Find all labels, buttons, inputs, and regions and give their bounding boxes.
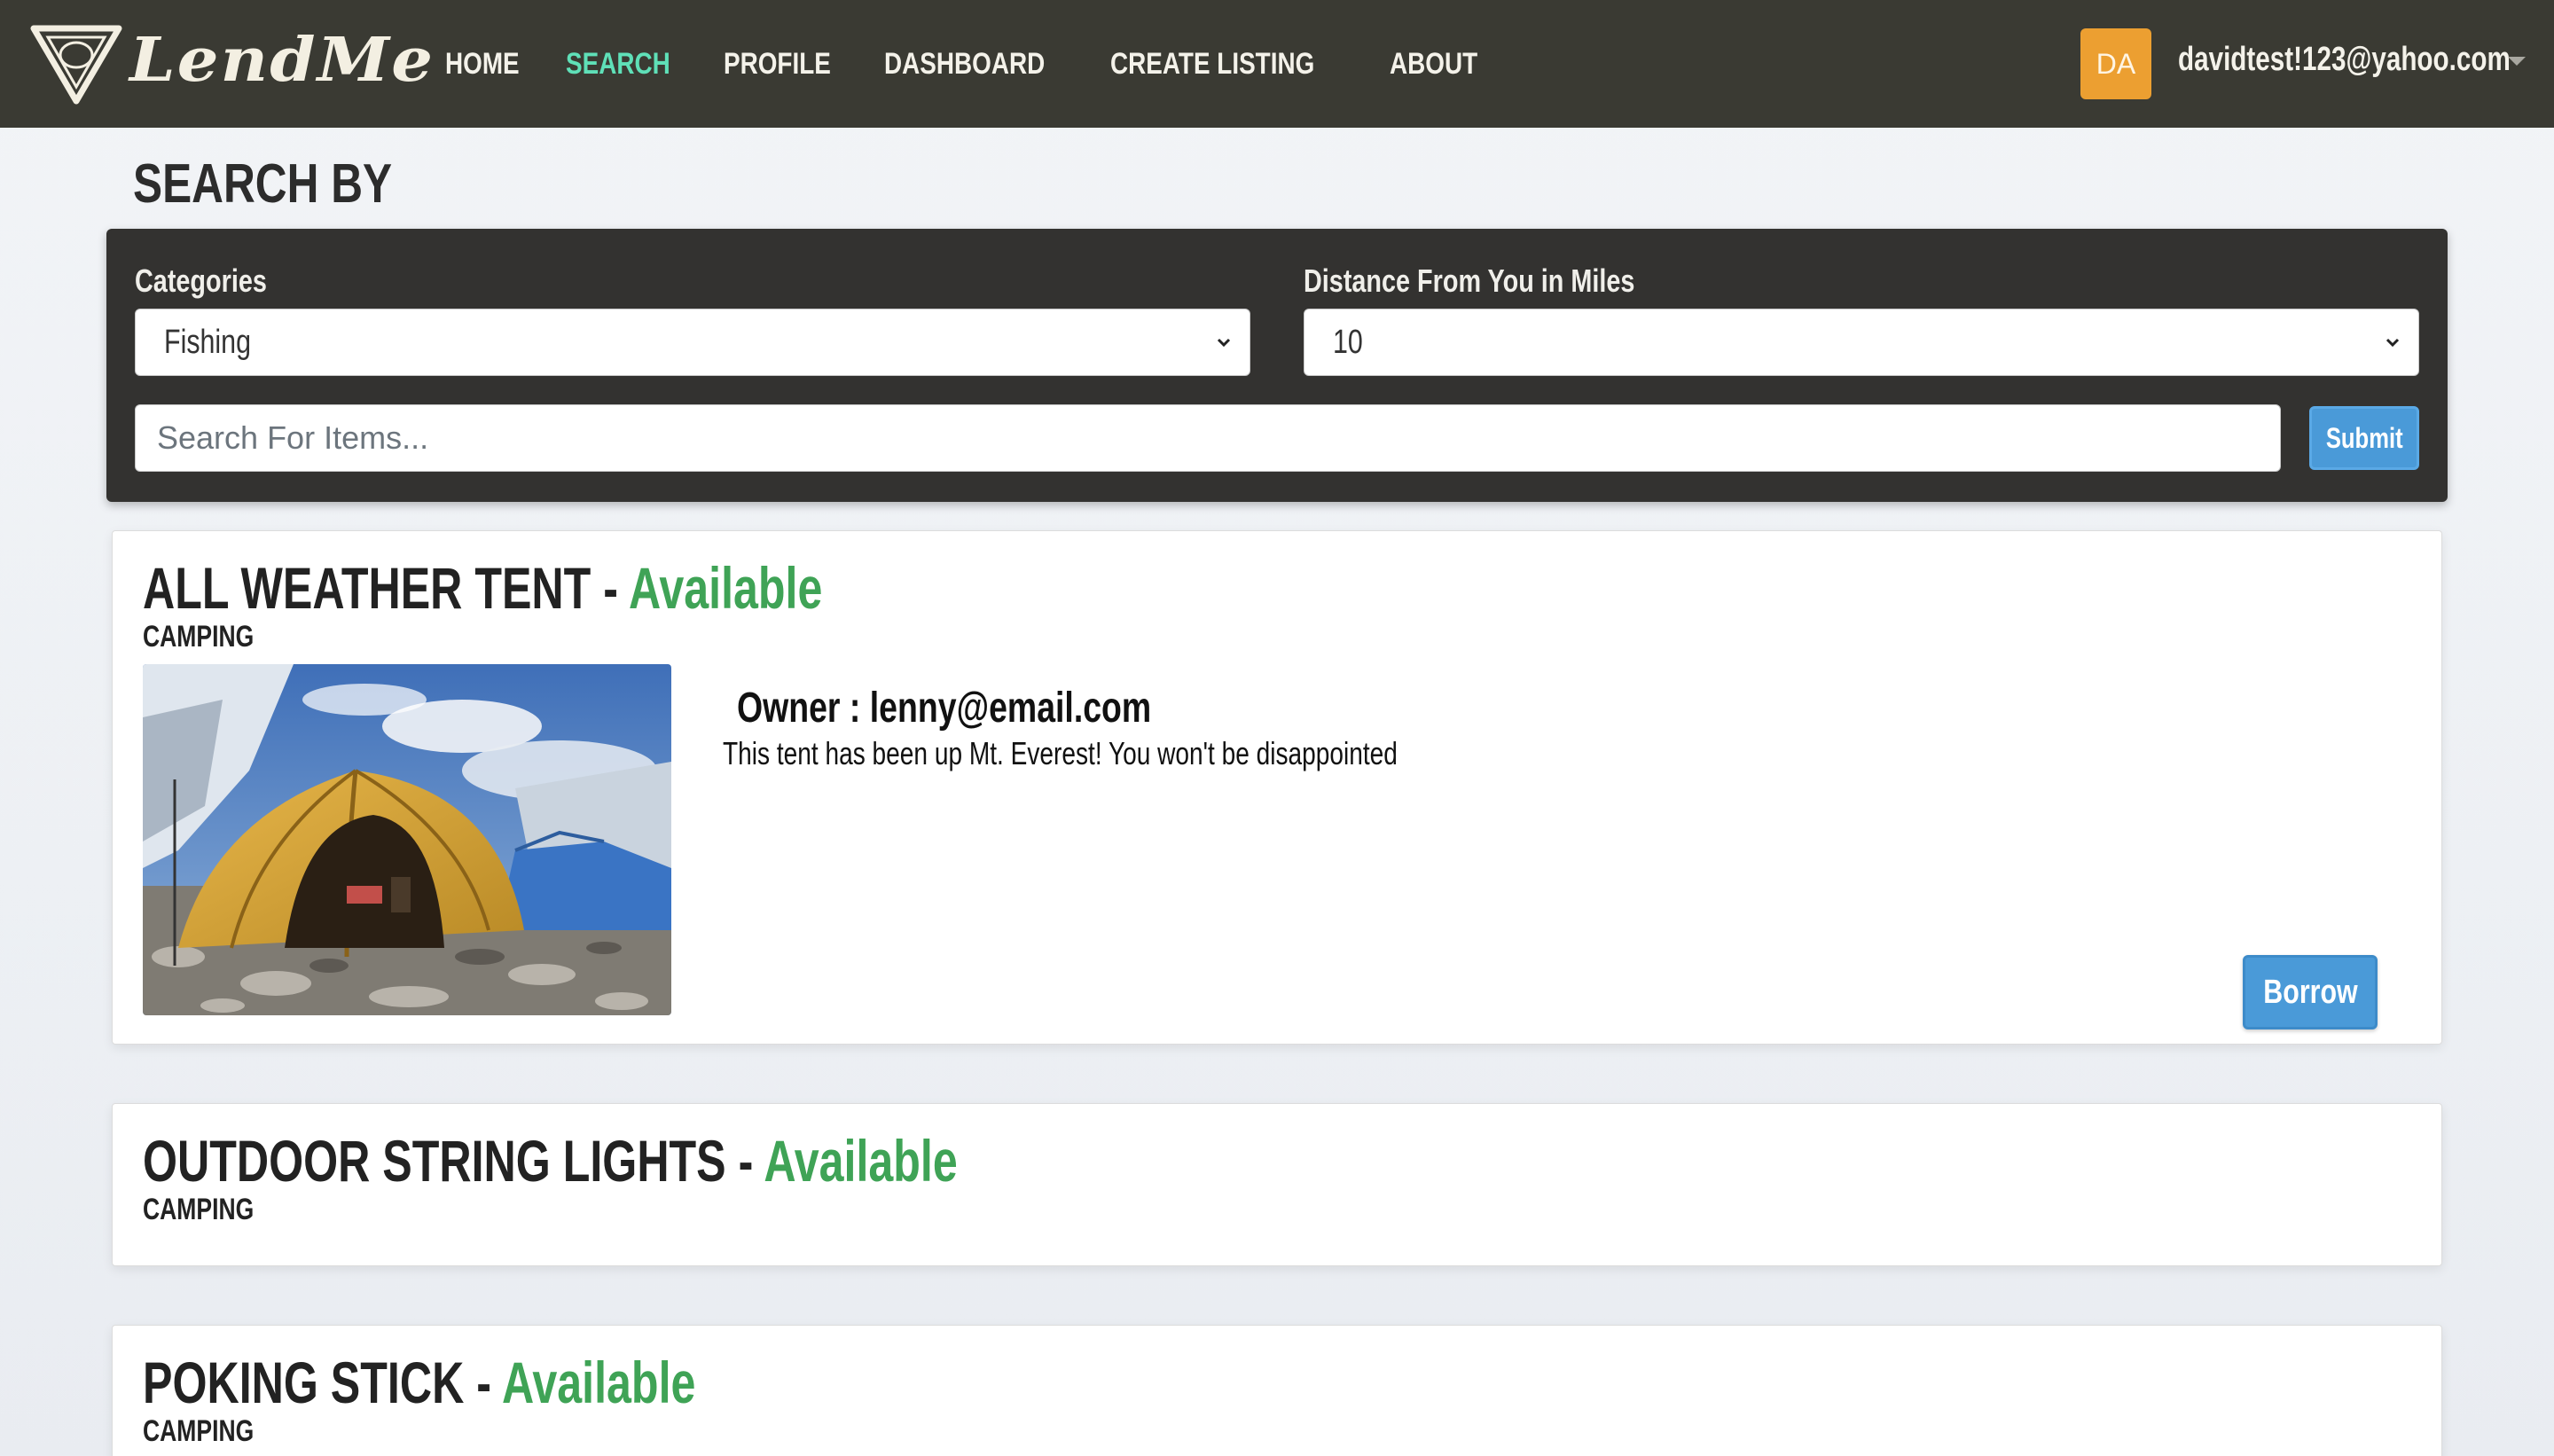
title-separator: - (464, 1350, 503, 1415)
distance-value: 10 (1333, 324, 1363, 361)
status-badge: Available (502, 1350, 696, 1415)
submit-button[interactable]: Submit (2309, 406, 2419, 470)
listing-category: CAMPING (143, 620, 255, 654)
listing-name: ALL WEATHER TENT (143, 555, 591, 621)
lendme-logo-icon[interactable] (30, 23, 122, 105)
owner-email[interactable]: lenny@email.com (870, 685, 1151, 732)
nav-dashboard[interactable]: DASHBOARD (884, 47, 1045, 82)
search-heading: SEARCH BY (133, 153, 393, 215)
title-separator: - (591, 555, 629, 621)
tent-image (143, 664, 671, 1015)
listing-card: POKING STICK - Available CAMPING (112, 1325, 2442, 1456)
search-panel: Categories Fishing Distance From You in … (106, 229, 2448, 502)
chevron-down-icon (2386, 338, 2400, 348)
nav-links: HOME SEARCH PROFILE DASHBOARD CREATE LIS… (445, 0, 1527, 128)
categories-value: Fishing (164, 324, 251, 361)
borrow-label: Borrow (2262, 973, 2358, 1011)
user-avatar[interactable]: DA (2080, 28, 2151, 99)
categories-label: Categories (135, 262, 267, 299)
chevron-down-icon (1217, 338, 1231, 348)
status-badge: Available (628, 555, 823, 621)
distance-select[interactable]: 10 (1304, 309, 2419, 376)
nav-about[interactable]: ABOUT (1390, 47, 1477, 82)
listing-category: CAMPING (143, 1193, 255, 1226)
owner-line: Owner : lenny@email.com (737, 684, 1151, 732)
title-separator: - (725, 1128, 764, 1194)
listing-category: CAMPING (143, 1414, 255, 1448)
categories-select[interactable]: Fishing (135, 309, 1250, 376)
submit-label: Submit (2325, 421, 2403, 454)
listing-description: This tent has been up Mt. Everest! You w… (723, 735, 1398, 771)
caret-down-icon[interactable] (2508, 57, 2526, 66)
listing-title[interactable]: POKING STICK - Available (143, 1349, 695, 1416)
nav-home[interactable]: HOME (445, 47, 520, 82)
borrow-button[interactable]: Borrow (2243, 955, 2378, 1029)
search-input[interactable] (135, 404, 2281, 472)
owner-prefix: Owner : (737, 685, 870, 732)
status-badge: Available (764, 1128, 958, 1194)
listing-card: OUTDOOR STRING LIGHTS - Available CAMPIN… (112, 1103, 2442, 1266)
navbar: LendMe HOME SEARCH PROFILE DASHBOARD CRE… (0, 0, 2554, 128)
brand-name[interactable]: LendMe (129, 25, 435, 96)
user-email[interactable]: davidtest!123@yahoo.com (2178, 41, 2511, 79)
listing-name: OUTDOOR STRING LIGHTS (143, 1128, 726, 1194)
distance-label: Distance From You in Miles (1304, 262, 1635, 299)
listing-card: ALL WEATHER TENT - Available CAMPING Own… (112, 530, 2442, 1045)
nav-create-listing[interactable]: CREATE LISTING (1110, 47, 1314, 82)
listing-title[interactable]: OUTDOOR STRING LIGHTS - Available (143, 1127, 958, 1194)
listing-name: POKING STICK (143, 1350, 465, 1415)
listing-title[interactable]: ALL WEATHER TENT - Available (143, 554, 822, 622)
nav-search[interactable]: SEARCH (566, 47, 670, 82)
nav-profile[interactable]: PROFILE (724, 47, 831, 82)
